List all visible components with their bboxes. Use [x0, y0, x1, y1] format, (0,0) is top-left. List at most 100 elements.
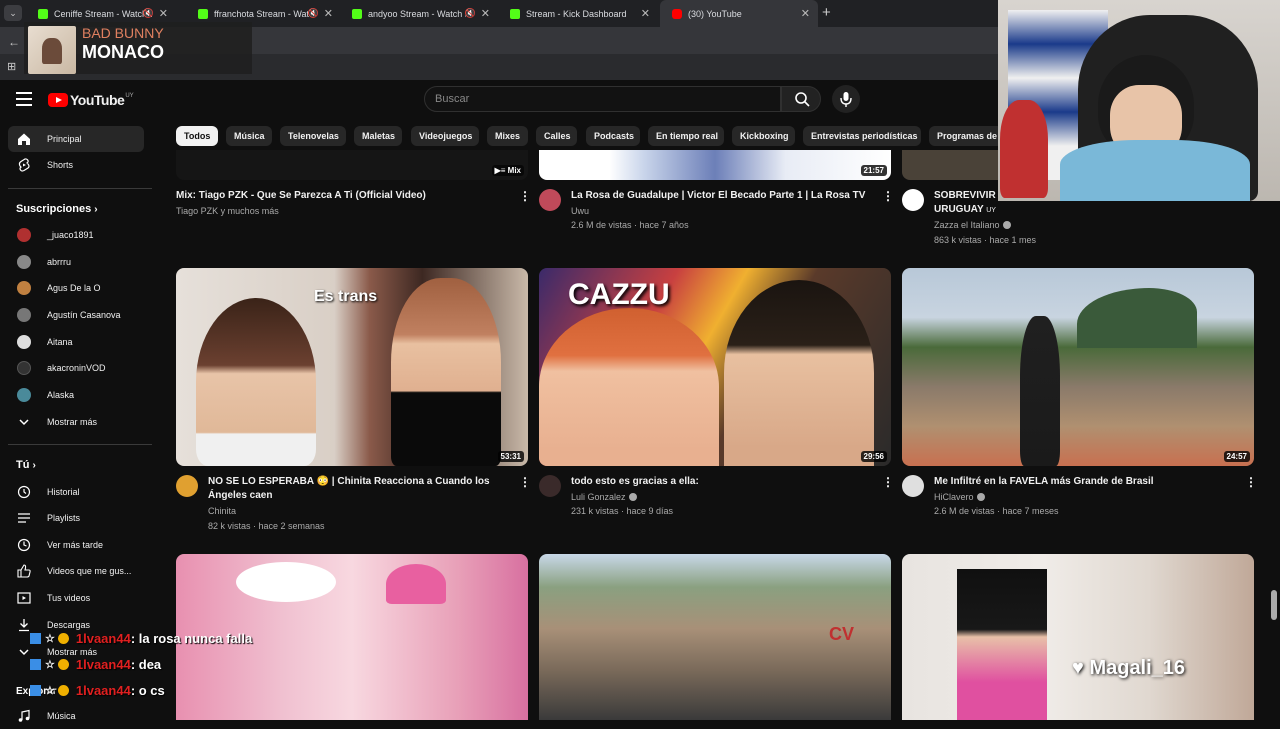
sidebar-item-label: Principal — [47, 134, 82, 144]
chip[interactable]: Entrevistas periodísticas — [803, 126, 921, 146]
video-thumbnail[interactable]: Es trans 53:31 — [176, 268, 528, 466]
mute-icon[interactable]: 🔇 — [465, 8, 476, 19]
search-button[interactable] — [781, 86, 821, 112]
sidebar-item-subscription[interactable]: abrrru — [8, 249, 144, 275]
chip[interactable]: Programas de — [929, 126, 1003, 146]
sidebar-item-label: akacroninVOD — [47, 363, 106, 373]
sidebar-item-label: Historial — [47, 487, 80, 497]
more-options-icon[interactable]: ⋮ — [1245, 476, 1257, 488]
tab-search-button[interactable]: ⌄ — [4, 5, 22, 21]
chip[interactable]: Maletas — [354, 126, 402, 146]
voice-search-button[interactable] — [832, 85, 860, 113]
youtube-logo[interactable]: YouTube UY — [48, 92, 134, 108]
sidebar-item-subscription[interactable]: _juaco1891 — [8, 222, 144, 248]
channel-avatar[interactable] — [902, 189, 924, 211]
video-title[interactable]: SOBREVIVIR — [934, 189, 998, 203]
video-title[interactable]: La Rosa de Guadalupe | Victor El Becado … — [571, 189, 876, 203]
sidebar-item-playlists[interactable]: Playlists — [8, 505, 144, 531]
sidebar-item-label: Videos que me gus... — [47, 566, 132, 576]
you-heading[interactable]: Tú › — [16, 459, 36, 471]
sidebar-item-subscription[interactable]: akacroninVOD — [8, 355, 144, 381]
video-channel[interactable]: Chinita — [208, 504, 236, 518]
browser-tab[interactable]: Stream - Kick Dashboard ✕ — [498, 0, 658, 27]
show-more-button[interactable]: Mostrar más — [8, 409, 144, 435]
video-thumbnail[interactable]: ▶≡ Mix — [176, 150, 528, 180]
video-channel[interactable]: Tiago PZK y muchos más — [176, 204, 279, 218]
browser-tab[interactable]: andyoo Stream - Watch Live 🔇 ✕ — [340, 0, 498, 27]
country-code: UY — [125, 93, 134, 99]
browser-tab-active[interactable]: (30) YouTube ✕ — [660, 0, 818, 27]
sidebar-item-subscription[interactable]: Agustín Casanova — [8, 302, 144, 328]
video-channel[interactable]: Uwu — [571, 204, 589, 218]
sidebar-item-music[interactable]: Música — [8, 703, 144, 729]
subscriptions-heading[interactable]: Suscripciones › — [16, 203, 98, 215]
sidebar-item-subscription[interactable]: Agus De la O — [8, 275, 144, 301]
chip[interactable]: Música — [226, 126, 272, 146]
video-title[interactable]: Mix: Tiago PZK - Que Se Parezca A Ti (Of… — [176, 189, 506, 203]
sidebar-item-shorts[interactable]: Shorts — [8, 152, 144, 178]
chip[interactable]: Calles — [536, 126, 577, 146]
video-duration: 29:56 — [860, 451, 887, 462]
now-playing-song: MONACO — [82, 42, 164, 62]
close-tab-icon[interactable]: ✕ — [324, 7, 333, 20]
sidebar-item-history[interactable]: Historial — [8, 479, 144, 505]
tab-title: ffranchota Stream - Watch — [214, 8, 312, 19]
channel-avatar[interactable] — [539, 475, 561, 497]
coin-icon — [57, 633, 69, 644]
channel-avatar[interactable] — [176, 475, 198, 497]
channel-avatar[interactable] — [539, 189, 561, 211]
chip[interactable]: Podcasts — [586, 126, 640, 146]
sidebar-item-home[interactable]: Principal — [8, 126, 144, 152]
sidebar-item-subscription[interactable]: Aitana — [8, 329, 144, 355]
video-stats: 863 k vistas · hace 1 mes — [934, 235, 1037, 245]
chip[interactable]: Mixes — [487, 126, 528, 146]
more-options-icon[interactable]: ⋮ — [882, 190, 894, 202]
close-tab-icon[interactable]: ✕ — [481, 7, 490, 20]
sidebar-item-your-videos[interactable]: Tus videos — [8, 585, 144, 611]
mute-icon[interactable]: 🔇 — [143, 8, 154, 19]
sidebar-item-watch-later[interactable]: Ver más tarde — [8, 532, 144, 558]
apps-grid-icon[interactable]: ⊞ — [7, 60, 16, 73]
video-title[interactable]: NO SE LO ESPERABA 😳 | Chinita Reacciona … — [208, 475, 508, 503]
close-tab-icon[interactable]: ✕ — [801, 7, 810, 20]
menu-icon[interactable] — [16, 92, 32, 106]
search-input[interactable]: Buscar — [424, 86, 781, 112]
channel-avatar — [17, 308, 31, 322]
chip[interactable]: Videojuegos — [411, 126, 479, 146]
page-scrollbar[interactable] — [1271, 590, 1277, 620]
new-tab-icon[interactable]: + — [822, 4, 831, 21]
close-tab-icon[interactable]: ✕ — [159, 7, 168, 20]
video-thumbnail[interactable]: ♥ Magali_16 — [902, 554, 1254, 720]
thumbnail-chef-hat — [236, 562, 336, 602]
video-thumbnail[interactable]: 24:57 — [902, 268, 1254, 466]
video-title[interactable]: Me Infiltré en la FAVELA más Grande de B… — [934, 475, 1234, 489]
video-duration: 53:31 — [497, 451, 524, 462]
country-suffix: UY — [986, 207, 996, 214]
video-thumbnail[interactable]: 21:57 — [539, 150, 891, 180]
sidebar-item-subscription[interactable]: Alaska — [8, 382, 144, 408]
sidebar-item-liked[interactable]: Videos que me gus... — [8, 558, 144, 584]
video-channel[interactable]: Luli Gonzalez — [571, 490, 637, 504]
mute-icon[interactable]: 🔇 — [308, 8, 319, 19]
close-tab-icon[interactable]: ✕ — [641, 7, 650, 20]
video-thumbnail[interactable] — [902, 150, 998, 180]
channel-avatar[interactable] — [902, 475, 924, 497]
tab-title: (30) YouTube — [688, 8, 742, 19]
video-title[interactable]: todo esto es gracias a ella: — [571, 475, 871, 489]
video-channel[interactable]: Zazza el Italiano — [934, 218, 1011, 232]
video-stats: 82 k vistas · hace 2 semanas — [208, 521, 325, 531]
chip-all[interactable]: Todos — [176, 126, 218, 146]
video-thumbnail[interactable]: CV — [539, 554, 891, 720]
chip[interactable]: En tiempo real — [648, 126, 724, 146]
kick-favicon-icon — [352, 8, 362, 19]
chip[interactable]: Telenovelas — [280, 126, 346, 146]
back-arrow-icon[interactable]: ← — [8, 35, 20, 49]
more-options-icon[interactable]: ⋮ — [519, 190, 531, 202]
channel-avatar — [17, 388, 31, 402]
more-options-icon[interactable]: ⋮ — [519, 476, 531, 488]
more-options-icon[interactable]: ⋮ — [882, 476, 894, 488]
chip[interactable]: Kickboxing — [732, 126, 795, 146]
video-thumbnail[interactable]: CAZZU 29:56 — [539, 268, 891, 466]
video-channel[interactable]: HiClavero — [934, 490, 985, 504]
video-title-line-2[interactable]: URUGUAY UY — [934, 203, 998, 218]
